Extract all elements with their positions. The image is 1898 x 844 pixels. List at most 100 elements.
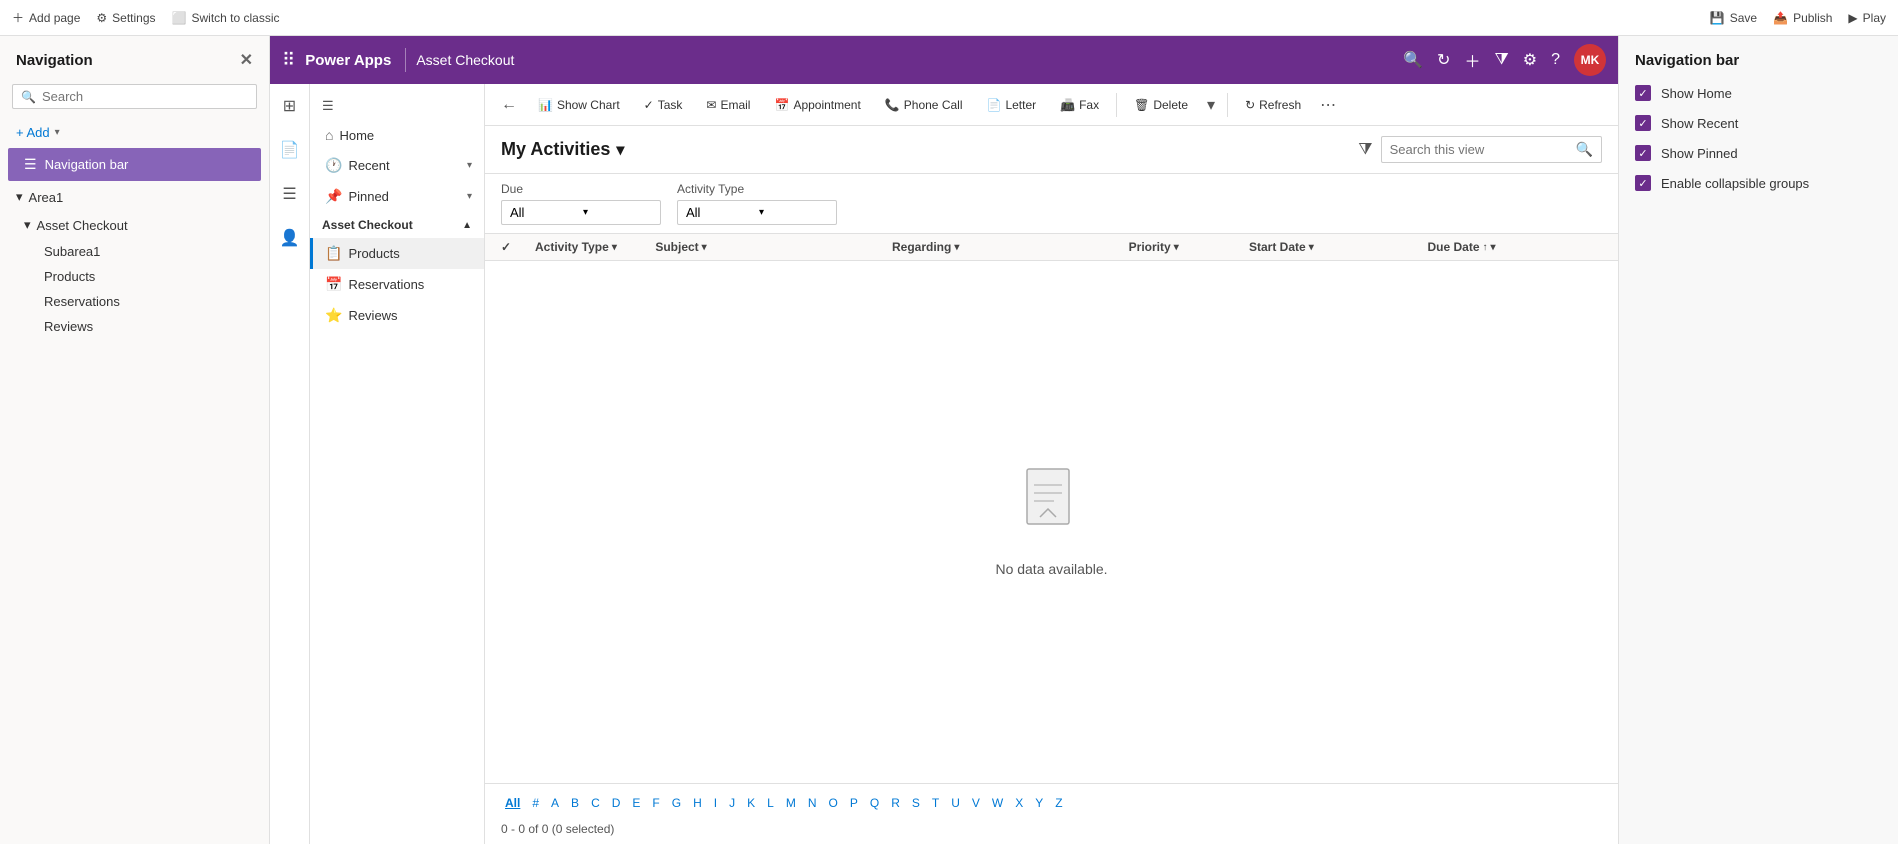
save-icon: 💾 [1710, 11, 1725, 25]
checkbox-0[interactable]: ✓ [1635, 85, 1651, 101]
search-view-icon[interactable]: 🔍 [1576, 141, 1593, 158]
nav-pinned-item[interactable]: 📌 Pinned ▾ [310, 181, 484, 212]
checkbox-1[interactable]: ✓ [1635, 115, 1651, 131]
appointment-button[interactable]: 📅 Appointment [763, 92, 871, 118]
sidebar-home-icon[interactable]: ⊞ [279, 92, 300, 120]
alpha-item-v[interactable]: V [968, 794, 984, 812]
sidebar-people-icon[interactable]: 👤 [276, 224, 304, 252]
refresh-header-icon[interactable]: ↻ [1437, 50, 1450, 70]
th-priority[interactable]: Priority ▾ [1129, 240, 1245, 254]
nav-reservations[interactable]: Reservations [0, 289, 269, 314]
alpha-item-z[interactable]: Z [1051, 794, 1066, 812]
alpha-item-x[interactable]: X [1011, 794, 1027, 812]
alpha-item-j[interactable]: J [725, 794, 739, 812]
view-dropdown-icon[interactable]: ▾ [616, 140, 624, 160]
alpha-item-o[interactable]: O [825, 794, 842, 812]
recent-chevron-icon: ▾ [467, 160, 472, 171]
due-filter-select[interactable]: All ▾ [501, 200, 661, 225]
alpha-item-u[interactable]: U [947, 794, 964, 812]
nav-products-item[interactable]: 📋 Products [310, 238, 484, 269]
nav-reservations-item[interactable]: 📅 Reservations [310, 269, 484, 300]
filter-header-icon[interactable]: ⧩ [1494, 51, 1508, 69]
grid-icon[interactable]: ⠿ [282, 50, 295, 71]
asset-checkout-group[interactable]: Asset Checkout ▲ [310, 212, 484, 238]
search-view-input[interactable] [1390, 142, 1570, 157]
fax-button[interactable]: 📠 Fax [1049, 92, 1110, 118]
add-button[interactable]: + Add ▾ [0, 119, 269, 146]
sidebar-list-icon[interactable]: ☰ [278, 180, 300, 208]
alpha-item-q[interactable]: Q [866, 794, 883, 812]
asset-checkout-header[interactable]: ▾ Asset Checkout [0, 211, 269, 239]
filter-icon[interactable]: ⧩ [1358, 141, 1372, 159]
area1-header[interactable]: ▾ Area1 [0, 183, 269, 211]
nav-tree-hamburger[interactable]: ☰ [310, 92, 484, 120]
alpha-item-t[interactable]: T [928, 794, 943, 812]
alpha-item-l[interactable]: L [763, 794, 778, 812]
delete-button[interactable]: 🗑 Delete [1123, 92, 1199, 118]
search-input[interactable] [42, 89, 248, 104]
th-start-date[interactable]: Start Date ▾ [1249, 240, 1424, 254]
alpha-item-b[interactable]: B [567, 794, 583, 812]
phone-call-button[interactable]: 📞 Phone Call [874, 92, 974, 118]
alpha-item-w[interactable]: W [988, 794, 1007, 812]
alpha-item-all[interactable]: All [501, 794, 524, 812]
nav-products[interactable]: Products [0, 264, 269, 289]
nav-subarea1[interactable]: Subarea1 [0, 239, 269, 264]
nav-recent-item[interactable]: 🕐 Recent ▾ [310, 150, 484, 181]
alpha-item-c[interactable]: C [587, 794, 604, 812]
email-button[interactable]: ✉ Email [695, 92, 761, 118]
checkbox-2[interactable]: ✓ [1635, 145, 1651, 161]
refresh-button[interactable]: ↻ Refresh [1234, 92, 1312, 118]
th-subject[interactable]: Subject ▾ [655, 240, 888, 254]
task-button[interactable]: ✓ Task [633, 92, 694, 118]
regarding-sort-icon: ▾ [954, 242, 959, 253]
publish-button[interactable]: 📤 Publish [1773, 11, 1832, 25]
add-page-button[interactable]: ＋ Add page [12, 9, 80, 26]
help-header-icon[interactable]: ? [1551, 51, 1560, 69]
alpha-item-r[interactable]: R [887, 794, 904, 812]
activity-type-filter-select[interactable]: All ▾ [677, 200, 837, 225]
alpha-item-i[interactable]: I [710, 794, 721, 812]
nav-reviews[interactable]: Reviews [0, 314, 269, 339]
user-avatar[interactable]: MK [1574, 44, 1606, 76]
alpha-item-g[interactable]: G [668, 794, 685, 812]
th-activity-type[interactable]: Activity Type ▾ [535, 240, 651, 254]
th-check[interactable]: ✓ [501, 240, 531, 254]
close-icon[interactable]: ✕ [240, 50, 253, 70]
alpha-item-e[interactable]: E [628, 794, 644, 812]
settings-button[interactable]: ⚙ Settings [96, 11, 155, 25]
alpha-item-m[interactable]: M [782, 794, 800, 812]
app-header: ⠿ Power Apps Asset Checkout 🔍 ↻ ＋ ⧩ ⚙ ? … [270, 36, 1618, 84]
alpha-item-d[interactable]: D [608, 794, 625, 812]
play-button[interactable]: ▶ Play [1848, 11, 1886, 25]
alpha-item-s[interactable]: S [908, 794, 924, 812]
alpha-item-#[interactable]: # [528, 794, 543, 812]
checkbox-3[interactable]: ✓ [1635, 175, 1651, 191]
nav-reviews-item[interactable]: ⭐ Reviews [310, 300, 484, 331]
alpha-item-f[interactable]: F [648, 794, 663, 812]
nav-home-item[interactable]: ⌂ Home [310, 120, 484, 150]
switch-icon: ⬜ [172, 11, 187, 25]
page-info: 0 - 0 of 0 (0 selected) [501, 818, 1602, 840]
alpha-item-h[interactable]: H [689, 794, 706, 812]
alpha-item-a[interactable]: A [547, 794, 563, 812]
save-button[interactable]: 💾 Save [1710, 11, 1757, 25]
letter-button[interactable]: 📄 Letter [976, 92, 1048, 118]
th-regarding[interactable]: Regarding ▾ [892, 240, 1125, 254]
products-icon: 📋 [325, 245, 342, 262]
toolbar-ellipsis[interactable]: ⋯ [1314, 91, 1342, 119]
search-header-icon[interactable]: 🔍 [1403, 50, 1423, 70]
alpha-item-p[interactable]: P [846, 794, 862, 812]
add-header-icon[interactable]: ＋ [1464, 48, 1480, 72]
back-button[interactable]: ← [493, 92, 525, 118]
sidebar-doc-icon[interactable]: 📄 [276, 136, 304, 164]
settings-header-icon[interactable]: ⚙ [1523, 50, 1537, 70]
more-options-button[interactable]: ▾ [1201, 91, 1221, 119]
alpha-item-k[interactable]: K [743, 794, 759, 812]
switch-classic-button[interactable]: ⬜ Switch to classic [172, 11, 280, 25]
alpha-item-y[interactable]: Y [1031, 794, 1047, 812]
show-chart-button[interactable]: 📊 Show Chart [527, 92, 631, 118]
th-due-date[interactable]: Due Date ↑ ▾ [1428, 240, 1603, 254]
nav-bar-item[interactable]: ☰ Navigation bar [8, 148, 261, 181]
alpha-item-n[interactable]: N [804, 794, 821, 812]
